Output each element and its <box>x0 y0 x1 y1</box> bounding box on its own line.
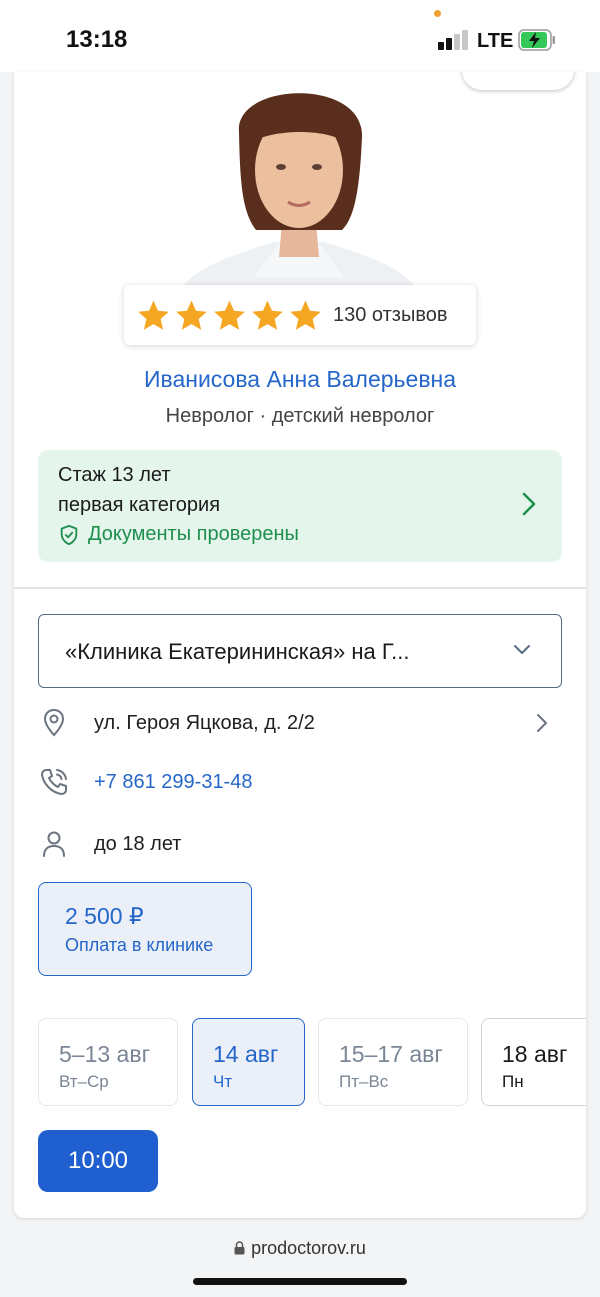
reviews-count: 130 отзывов <box>333 303 448 326</box>
person-icon <box>43 831 65 857</box>
experience-card[interactable]: Стаж 13 лет первая категория Документы п… <box>38 450 562 562</box>
address-row[interactable]: ул. Героя Яцкова, д. 2/2 <box>38 703 562 743</box>
doctor-specialty: Невролог · детский невролог <box>165 405 435 427</box>
browser-bottom-bar: prodoctorov.ru <box>0 1222 600 1297</box>
doctor-photo <box>184 72 414 285</box>
time-slot-button[interactable]: 10:00 <box>38 1130 158 1192</box>
signal-icon <box>438 30 470 50</box>
date-tab-days: Пн <box>502 1072 524 1091</box>
doctor-name[interactable]: Иванисова Анна Валерьевна <box>14 366 586 393</box>
section-divider <box>14 587 586 589</box>
home-indicator[interactable] <box>193 1278 407 1285</box>
address-text: ул. Героя Яцкова, д. 2/2 <box>94 711 315 734</box>
date-tab-date: 5–13 авг <box>59 1041 150 1067</box>
star-icon <box>176 300 207 330</box>
date-tab-date: 15–17 авг <box>339 1041 443 1067</box>
status-bar: 13:18 LTE <box>0 0 600 72</box>
price-value: 2 500 ₽ <box>65 903 144 929</box>
star-icon <box>290 300 321 330</box>
age-text: до 18 лет <box>94 832 182 855</box>
star-icon <box>214 300 245 330</box>
clinic-select-value: «Клиника Екатерининская» на Г... <box>65 639 410 664</box>
chevron-right-icon <box>537 714 547 732</box>
date-tab[interactable]: 18 авг Пн <box>481 1018 586 1106</box>
star-icon <box>252 300 283 330</box>
doctor-card: 130 отзывов Иванисова Анна Валерьевна Не… <box>14 72 586 1218</box>
price-note: Оплата в клинике <box>65 935 214 955</box>
date-tab-date: 18 авг <box>502 1041 568 1067</box>
price-option[interactable]: 2 500 ₽ Оплата в клинике <box>38 882 252 976</box>
privacy-indicator <box>434 10 441 17</box>
chevron-right-icon <box>522 492 536 516</box>
date-tab-selected[interactable]: 14 авг Чт <box>192 1018 305 1106</box>
location-pin-icon <box>43 708 65 737</box>
phone-icon <box>41 769 67 795</box>
address-bar[interactable]: prodoctorov.ru <box>0 1238 600 1259</box>
star-icon <box>138 300 169 330</box>
url-text: prodoctorov.ru <box>251 1238 366 1258</box>
chevron-down-icon <box>514 645 530 654</box>
network-type: LTE <box>477 30 514 52</box>
documents-verified-label: Документы проверены <box>88 523 299 545</box>
date-tab-days: Вт–Ср <box>59 1072 109 1091</box>
experience-years: Стаж 13 лет <box>58 464 171 486</box>
date-tab-days: Пт–Вс <box>339 1072 389 1091</box>
status-time: 13:18 <box>66 26 128 53</box>
battery-charging-icon <box>518 29 555 51</box>
rating-stars <box>136 298 323 333</box>
date-tab-date: 14 авг <box>213 1041 279 1067</box>
rating-badge[interactable]: 130 отзывов <box>124 285 476 345</box>
age-row: до 18 лет <box>38 824 562 864</box>
shield-check-icon <box>60 524 78 545</box>
date-tab[interactable]: 15–17 авг Пт–Вс <box>318 1018 468 1106</box>
phone-row[interactable]: +7 861 299-31-48 <box>38 762 562 802</box>
date-tab-days: Чт <box>213 1072 233 1091</box>
clinic-select[interactable]: «Клиника Екатерининская» на Г... <box>38 614 562 688</box>
experience-category: первая категория <box>58 494 221 516</box>
documents-verified: Документы проверены <box>58 523 299 546</box>
lock-icon <box>234 1241 245 1255</box>
date-tab[interactable]: 5–13 авг Вт–Ср <box>38 1018 178 1106</box>
phone-link[interactable]: +7 861 299-31-48 <box>94 771 252 794</box>
favorite-button[interactable] <box>462 72 574 90</box>
